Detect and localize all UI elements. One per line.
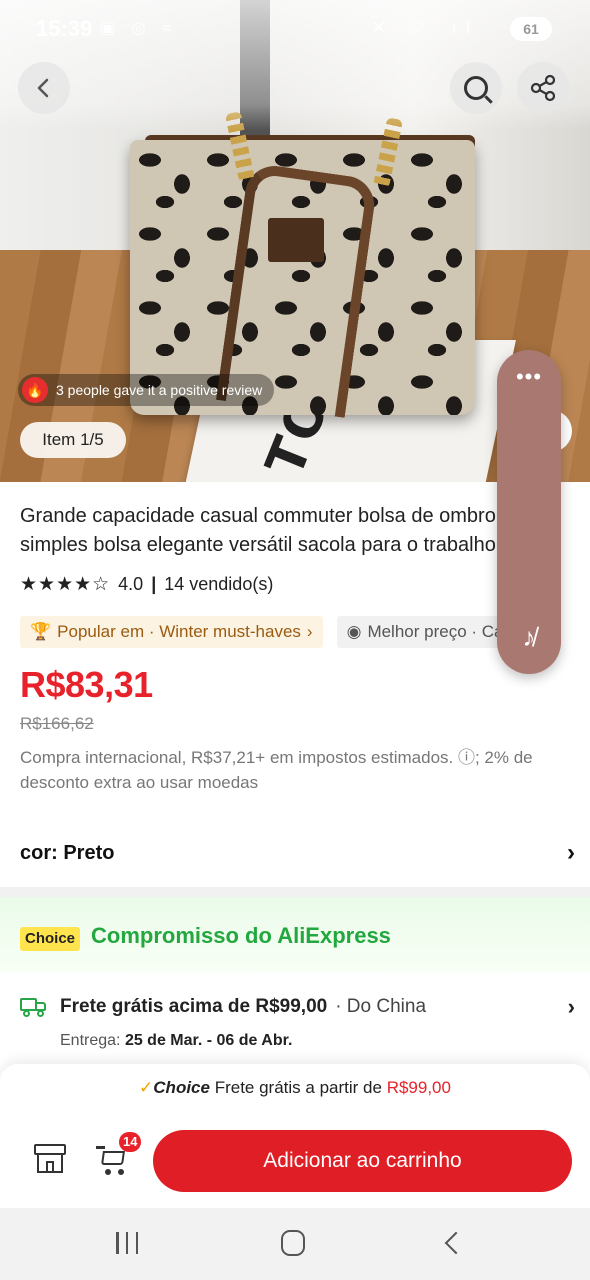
medal-icon: ◉ xyxy=(346,622,362,641)
status-bar: 15:39 ▣ ◎ ≈ ✕ ⌔ ıl 61 xyxy=(0,0,590,56)
back-button[interactable] xyxy=(18,62,70,114)
popular-tag-label: Popular em · Winter must-haves xyxy=(57,622,301,641)
original-price: R$166,62 xyxy=(20,714,94,733)
share-button[interactable] xyxy=(517,62,569,114)
free-shipping-promo: ✓Choice Frete grátis a partir de R$99,00 xyxy=(0,1078,590,1098)
section-divider xyxy=(0,887,590,897)
search-button[interactable] xyxy=(450,62,502,114)
store-icon[interactable] xyxy=(34,1144,66,1174)
shipping-text: Frete grátis acima de R$99,00 xyxy=(60,996,328,1017)
delivery-estimate: Entrega: 25 de Mar. - 06 de Abr. xyxy=(60,1032,292,1050)
promo-amount: R$99,00 xyxy=(386,1078,451,1097)
cart-count-badge: 14 xyxy=(119,1132,142,1152)
rating-separator: | xyxy=(151,574,157,594)
chevron-left-icon xyxy=(37,78,49,98)
truck-icon xyxy=(20,996,48,1018)
color-selector[interactable]: cor: Preto › xyxy=(20,838,575,868)
product-title[interactable]: Grande capacidade casual commuter bolsa … xyxy=(20,502,576,560)
connectivity-icons: ✕ ⌔ ıl xyxy=(371,18,480,37)
tax-note[interactable]: Compra internacional, R$37,21+ em impost… xyxy=(20,745,572,795)
search-icon xyxy=(464,76,488,100)
shipping-row[interactable]: Frete grátis acima de R$99,00 · Do China… xyxy=(20,991,575,1023)
chevron-right-icon: › xyxy=(567,994,575,1019)
notification-icons: ▣ ◎ ≈ xyxy=(100,20,177,37)
floating-music-widget[interactable]: ••• ♪̸ xyxy=(497,350,561,674)
add-to-cart-button[interactable]: Adicionar ao carrinho xyxy=(153,1130,572,1192)
commitment-title: Compromisso do AliExpress xyxy=(91,923,391,948)
positive-review-chip: 🔥 3 people gave it a positive review xyxy=(18,374,275,406)
shipping-origin: · Do China xyxy=(335,996,427,1017)
trophy-icon: 🏆 xyxy=(30,622,52,641)
star-rating-icon: ★★★★☆ xyxy=(20,574,111,595)
delivery-dates: 25 de Mar. - 06 de Abr. xyxy=(124,1032,293,1049)
battery-icon: 61 xyxy=(510,17,552,41)
home-button[interactable] xyxy=(281,1230,305,1256)
share-icon xyxy=(530,74,556,102)
current-price: R$83,31 xyxy=(20,664,153,705)
rating-row[interactable]: ★★★★☆ 4.0 | 14 vendido(s) xyxy=(20,573,273,596)
chevron-right-icon: › xyxy=(567,839,575,866)
popular-tag[interactable]: 🏆 Popular em · Winter must-haves › xyxy=(20,616,323,648)
tags-row: 🏆 Popular em · Winter must-haves › ◉ Mel… xyxy=(20,616,561,648)
promo-text: Frete grátis a partir de xyxy=(214,1078,382,1097)
rating-value: 4.0 xyxy=(118,574,144,594)
music-off-icon[interactable]: ♪̸ xyxy=(497,622,561,653)
choice-badge: Choice xyxy=(20,927,81,951)
color-label: cor: Preto xyxy=(20,841,115,864)
review-chip-text: 3 people gave it a positive review xyxy=(56,382,263,398)
item-counter[interactable]: Item 1/5 xyxy=(20,422,126,458)
more-dots-icon[interactable]: ••• xyxy=(497,364,561,390)
promo-choice-label: Choice xyxy=(153,1078,210,1097)
sold-count: 14 vendido(s) xyxy=(164,574,274,594)
delivery-label: Entrega: xyxy=(60,1032,121,1049)
check-icon: ✓ xyxy=(139,1078,154,1097)
recent-apps-button[interactable] xyxy=(116,1232,138,1254)
fire-icon: 🔥 xyxy=(22,377,48,403)
status-time: 15:39 xyxy=(36,16,93,41)
chevron-right-icon: › xyxy=(306,622,313,641)
